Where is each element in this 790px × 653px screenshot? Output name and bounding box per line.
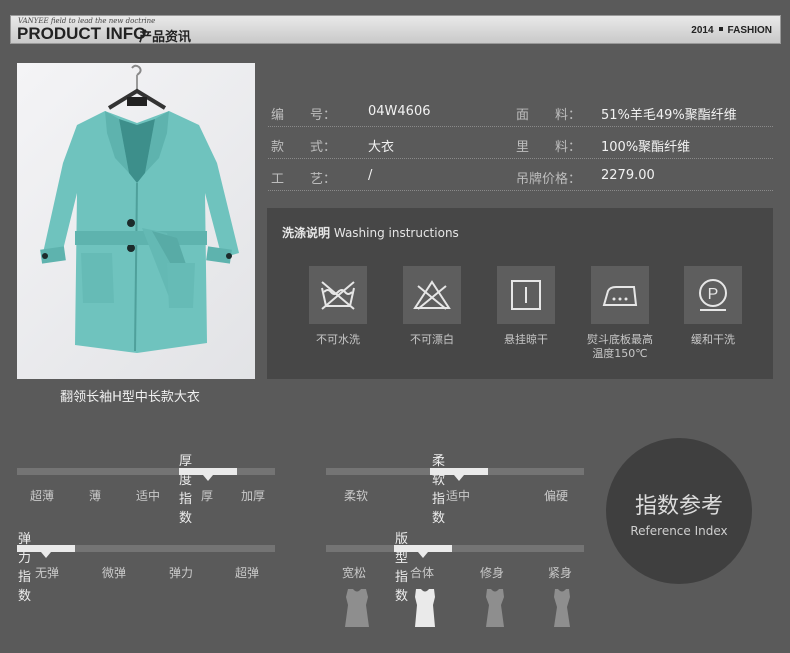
reference-title-en: Reference Index [630, 524, 728, 538]
regular-fit-silhouette-icon [415, 589, 435, 627]
washing-title-cn: 洗涤说明 [282, 226, 331, 240]
wash-item-hang-dry: 悬挂晾干 [486, 266, 566, 347]
thickness-level [179, 468, 237, 475]
washing-title: 洗涤说明 Washing instructions [282, 224, 459, 241]
header-tag: FASHION [727, 25, 772, 36]
wash-item-no-wash: 不可水洗 [298, 266, 378, 347]
thickness-opt-3: 厚 [201, 489, 214, 503]
elasticity-pointer [41, 552, 51, 558]
softness-level [430, 468, 488, 475]
wash-item-no-bleach: 不可漂白 [392, 266, 472, 347]
softness-opt-0: 柔软 [344, 489, 369, 503]
value-code: 04W4606 [368, 104, 431, 119]
hang-dry-icon [511, 280, 541, 310]
thickness-opt-0: 超薄 [30, 489, 55, 503]
wash-label-iron-text: 熨斗底板最高 温度150℃ [587, 333, 653, 360]
elasticity-opt-3: 超弹 [235, 566, 260, 580]
value-craft: / [368, 168, 373, 183]
header-bar: VANYEE field to lead the new doctrine PR… [10, 15, 781, 45]
reference-title-cn: 指数参考 [634, 494, 723, 519]
label-fabric: 面 料： [516, 108, 582, 123]
info-row-1: 编 号： 04W4606 面 料： 51%羊毛49%聚酯纤维 [268, 95, 773, 127]
label-craft: 工 艺： [271, 172, 337, 187]
softness-opt-2: 偏硬 [544, 489, 569, 503]
washing-instructions-panel: 洗涤说明 Washing instructions 不可水洗 不可漂白 悬挂晾干… [267, 208, 773, 379]
fit-opt-3: 紧身 [548, 566, 573, 580]
fit-pointer [418, 552, 428, 558]
loose-fit-silhouette-icon [345, 589, 369, 627]
thickness-title: 厚度指数 [179, 454, 193, 526]
product-info-table: 编 号： 04W4606 面 料： 51%羊毛49%聚酯纤维 款 式： 大衣 里… [268, 95, 773, 191]
no-wash-icon [321, 281, 355, 310]
softness-title: 柔软指数 [432, 454, 446, 526]
svg-text:P: P [708, 286, 719, 303]
fit-opt-1: 合体 [410, 566, 435, 580]
info-row-2: 款 式： 大衣 里 料： 100%聚酯纤维 [268, 127, 773, 159]
value-lining: 100%聚酯纤维 [601, 140, 691, 155]
softness-pointer [454, 475, 464, 481]
washing-title-en: Washing instructions [333, 226, 459, 240]
wash-item-iron: 熨斗底板最高 温度150℃ [580, 266, 660, 361]
header-title-en: PRODUCT INFO [17, 24, 147, 43]
iron-150-icon [602, 286, 638, 306]
wash-item-dry-clean: P 缓和干洗 [673, 266, 753, 347]
elasticity-opt-0: 无弹 [35, 566, 60, 580]
thickness-opt-4: 加厚 [241, 489, 266, 503]
no-bleach-icon [413, 280, 451, 310]
header-title-cn: 产品资讯 [139, 30, 192, 45]
fit-title: 版型指数 [395, 532, 409, 604]
value-style: 大衣 [368, 140, 395, 155]
thickness-opt-1: 薄 [89, 489, 102, 503]
label-code: 编 号： [271, 108, 337, 123]
wash-label-iron: 熨斗底板最高 温度150℃ [580, 333, 660, 361]
wash-label-hang-dry: 悬挂晾干 [504, 333, 548, 346]
elasticity-opt-1: 微弹 [102, 566, 127, 580]
header-year: 2014 [691, 25, 714, 36]
product-caption: 翻领长袖H型中长款大衣 [60, 390, 200, 405]
slim-fit-silhouette-icon [486, 589, 504, 627]
fit-level [394, 545, 452, 552]
thickness-opt-2: 适中 [136, 489, 161, 503]
header-year-tag: 2014 FASHION [691, 25, 772, 36]
reference-index-badge: 指数参考 Reference Index [606, 438, 752, 584]
value-fabric: 51%羊毛49%聚酯纤维 [601, 108, 737, 123]
value-price: 2279.00 [601, 168, 655, 183]
elasticity-opt-2: 弹力 [169, 566, 194, 580]
wash-label-no-bleach: 不可漂白 [410, 333, 454, 346]
product-photo [17, 63, 255, 379]
fit-opt-2: 修身 [480, 566, 505, 580]
wash-label-dry-clean: 缓和干洗 [691, 333, 735, 346]
coat-illustration [40, 64, 239, 353]
fit-track [326, 545, 584, 552]
label-style: 款 式： [271, 140, 337, 155]
elasticity-title: 弹力指数 [18, 532, 32, 604]
softness-opt-1: 适中 [446, 489, 471, 503]
tight-fit-silhouette-icon [554, 589, 570, 627]
label-price: 吊牌价格： [516, 172, 582, 187]
wash-label-no-wash: 不可水洗 [316, 333, 360, 346]
label-lining: 里 料： [516, 140, 582, 155]
thickness-pointer [203, 475, 213, 481]
gentle-dry-clean-icon: P [699, 279, 727, 311]
fit-opt-0: 宽松 [342, 566, 367, 580]
info-row-3: 工 艺： / 吊牌价格： 2279.00 [268, 159, 773, 191]
elasticity-level [17, 545, 75, 552]
